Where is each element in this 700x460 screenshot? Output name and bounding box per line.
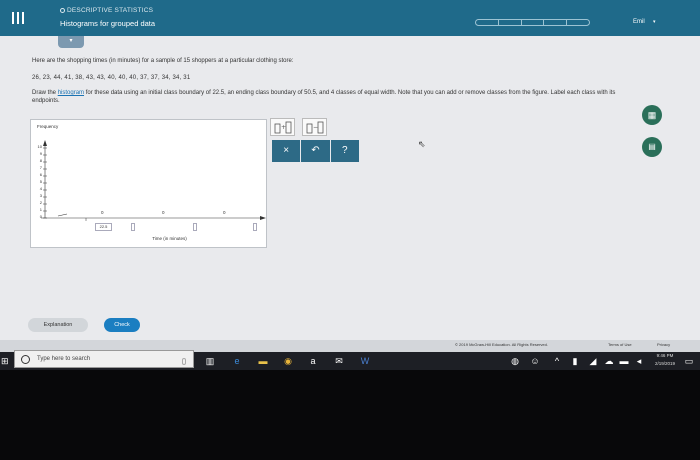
battery-icon[interactable]: ▮ (570, 356, 580, 366)
class-boundary-handle[interactable] (193, 223, 197, 231)
calculator-icon[interactable]: ▦ (642, 105, 662, 125)
action-buttons: × ↶ ? (272, 140, 360, 162)
svg-text:+: + (281, 124, 286, 131)
search-placeholder: Type here to search (37, 356, 91, 362)
aleks-window: DESCRIPTIVE STATISTICS Histograms for gr… (0, 0, 700, 352)
undo-button[interactable]: ↶ (301, 140, 330, 162)
volume-icon[interactable]: ◂ (634, 356, 644, 366)
file-explorer-icon[interactable]: ▬ (258, 356, 268, 366)
x-axis-title: Time (in minutes) (152, 236, 187, 241)
add-class-tool[interactable]: + (270, 118, 295, 136)
instr-text-rest: for these data using an initial class bo… (32, 90, 616, 104)
clock-time[interactable]: 9:46 PM (652, 353, 678, 358)
y-tick-label: 8 (39, 158, 42, 163)
user-menu[interactable]: Emil (633, 19, 645, 25)
y-tick-label: 0 (39, 214, 42, 219)
graph-axes (41, 140, 266, 221)
word-icon[interactable]: W (360, 356, 370, 366)
add-class-icon: + (274, 121, 292, 134)
y-tick-label: 5 (39, 179, 42, 184)
class-count: 0 (162, 210, 165, 215)
boundary-label-input[interactable]: 22.5 (95, 223, 112, 231)
windows-start-icon[interactable]: ⊞ (1, 356, 11, 366)
copyright-text: © 2019 McGraw-Hill Education. All Rights… (455, 342, 548, 347)
y-tick-label: 1 (39, 207, 42, 212)
y-tick-label: 3 (39, 193, 42, 198)
edge-browser-icon[interactable]: e (232, 356, 242, 366)
section-label-text: DESCRIPTIVE STATISTICS (67, 7, 154, 14)
question-intro: Here are the shopping times (in minutes)… (32, 58, 294, 64)
header-bar: DESCRIPTIVE STATISTICS Histograms for gr… (0, 0, 700, 36)
cortana-icon (21, 355, 30, 364)
mouse-cursor-icon: ⇖ (418, 139, 426, 149)
question-instructions: Draw the histogram for these data using … (32, 89, 622, 105)
section-label: DESCRIPTIVE STATISTICS (60, 7, 153, 14)
class-count: 0 (101, 210, 104, 215)
notifications-icon[interactable]: ▭ (684, 356, 694, 366)
chevron-up-icon[interactable]: ^ (552, 356, 562, 366)
mail-icon[interactable]: ✉ (334, 356, 344, 366)
svg-text:−: − (313, 124, 318, 131)
check-button[interactable]: Check (104, 318, 140, 332)
class-boundary-handle[interactable] (131, 223, 135, 231)
menu-icon[interactable] (12, 12, 24, 24)
terms-link[interactable]: Terms of Use (608, 342, 632, 347)
histogram-link[interactable]: histogram (58, 90, 84, 96)
clock-date[interactable]: 2/19/2019 (650, 361, 680, 366)
class-boundary-handle[interactable] (253, 223, 257, 231)
y-tick-label: 9 (39, 151, 42, 156)
task-view-icon[interactable]: ▥ (205, 356, 215, 366)
circle-icon (60, 7, 65, 13)
data-values: 26, 23, 44, 41, 38, 43, 43, 40, 40, 40, … (32, 75, 191, 81)
chrome-icon[interactable]: ◉ (283, 356, 293, 366)
y-tick-label: 2 (39, 200, 42, 205)
cloud-icon[interactable]: ☁ (604, 356, 614, 366)
privacy-link[interactable]: Privacy (657, 342, 670, 347)
help-button[interactable]: ? (330, 140, 359, 162)
explanation-button[interactable]: Explanation (28, 318, 88, 332)
taskbar-search[interactable]: Type here to search (14, 350, 194, 368)
class-count: 0 (223, 210, 226, 215)
wifi-icon[interactable]: ◢ (588, 356, 598, 366)
amazon-icon[interactable]: a (308, 356, 318, 366)
network-icon[interactable]: ▬ (619, 356, 629, 366)
y-tick-label: 6 (39, 172, 42, 177)
y-tick-label: 7 (39, 165, 42, 170)
globe-icon[interactable]: ◍ (510, 356, 520, 366)
remove-class-icon: − (306, 121, 324, 134)
remove-class-tool[interactable]: − (302, 118, 327, 136)
microphone-icon[interactable] (182, 358, 186, 365)
monitor-bezel (0, 370, 700, 460)
instr-text: Draw the (32, 90, 58, 96)
y-tick-label: 10 (37, 144, 42, 149)
chevron-down-icon[interactable]: ▾ (653, 19, 656, 25)
topic-title: Histograms for grouped data (60, 19, 156, 28)
histogram-graph[interactable]: Frequency 10 9 8 7 6 5 4 3 2 1 0 0 0 0 2… (30, 119, 267, 248)
clear-button[interactable]: × (272, 140, 301, 162)
y-tick-label: 4 (39, 186, 42, 191)
reference-icon[interactable]: ▤ (642, 137, 662, 157)
progress-bar (475, 19, 590, 26)
collapse-header-tab[interactable]: ▾ (58, 36, 84, 48)
people-icon[interactable]: ☺ (530, 356, 540, 366)
